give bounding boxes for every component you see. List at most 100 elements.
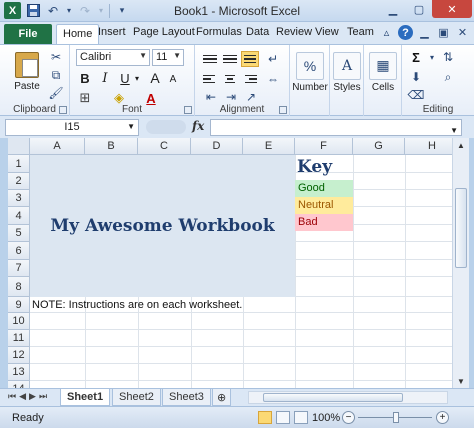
sheet-tab-sheet3[interactable]: Sheet3 xyxy=(162,389,211,406)
copy-icon[interactable]: ⧉ xyxy=(48,67,64,83)
column-header-c[interactable]: C xyxy=(138,138,191,155)
font-launcher-icon[interactable] xyxy=(184,106,192,114)
font-size-combo[interactable]: 11 ▼ xyxy=(152,49,184,66)
font-name-dropdown-icon[interactable]: ▼ xyxy=(139,51,147,60)
column-header-e[interactable]: E xyxy=(243,138,295,155)
row-header-1[interactable]: 1 xyxy=(8,155,30,173)
key-bad-cell[interactable]: Bad xyxy=(295,214,353,231)
find-select-icon[interactable]: ⌕ xyxy=(440,69,456,85)
row-header-4[interactable]: 4 xyxy=(8,207,30,225)
styles-button[interactable]: A Styles xyxy=(331,49,363,95)
workbook-minimize-icon[interactable]: ▁ xyxy=(417,25,432,40)
merge-center-icon[interactable]: ⇔ xyxy=(265,71,281,87)
shrink-font-button[interactable]: A xyxy=(164,70,182,88)
name-box[interactable]: I15 ▼ xyxy=(5,119,139,136)
orientation-icon[interactable]: ↗ xyxy=(243,89,259,105)
horizontal-scrollbar[interactable] xyxy=(248,391,448,404)
tab-file[interactable]: File xyxy=(4,24,52,44)
scroll-down-icon[interactable]: ▼ xyxy=(453,374,469,388)
row-header-7[interactable]: 7 xyxy=(8,260,30,277)
row-header-3[interactable]: 3 xyxy=(8,190,30,207)
alignment-launcher-icon[interactable] xyxy=(279,106,287,114)
key-title-cell[interactable]: Key xyxy=(297,157,332,177)
tab-page-layout[interactable]: Page Layout xyxy=(133,26,195,38)
row-header-5[interactable]: 5 xyxy=(8,225,30,242)
formula-input[interactable]: ▼ xyxy=(210,119,462,136)
close-icon[interactable]: ✕ xyxy=(432,0,472,18)
tab-formulas[interactable]: Formulas xyxy=(196,26,242,38)
grow-font-button[interactable]: A xyxy=(146,69,164,87)
page-break-preview-icon[interactable] xyxy=(294,411,308,424)
font-size-dropdown-icon[interactable]: ▼ xyxy=(173,51,181,60)
font-name-combo[interactable]: Calibri ▼ xyxy=(76,49,150,66)
align-left-icon[interactable] xyxy=(201,71,219,87)
scroll-up-icon[interactable]: ▲ xyxy=(453,138,469,152)
cut-icon[interactable]: ✂ xyxy=(48,49,64,65)
workbook-restore-icon[interactable]: ▣ xyxy=(436,25,451,40)
format-painter-icon[interactable]: 🖌 xyxy=(48,85,64,101)
column-header-d[interactable]: D xyxy=(191,138,243,155)
row-header-12[interactable]: 12 xyxy=(8,347,30,364)
row-header-10[interactable]: 10 xyxy=(8,313,30,330)
column-header-g[interactable]: G xyxy=(353,138,405,155)
fill-icon[interactable]: ⬇ xyxy=(408,69,424,85)
bold-button[interactable]: B xyxy=(76,69,94,87)
tab-view[interactable]: View xyxy=(315,26,339,38)
zoom-slider-thumb[interactable] xyxy=(393,412,399,423)
sheet-tab-sheet1[interactable]: Sheet1 xyxy=(60,389,111,406)
first-sheet-icon[interactable]: ⏮ xyxy=(8,391,16,402)
maximize-icon[interactable]: ▢ xyxy=(406,0,432,18)
select-all-corner[interactable] xyxy=(8,138,30,155)
wrap-text-icon[interactable]: ↵ xyxy=(265,51,281,67)
row-header-9[interactable]: 9 xyxy=(8,297,30,313)
tab-review[interactable]: Review xyxy=(276,26,312,38)
tab-home[interactable]: Home xyxy=(56,24,100,44)
column-header-h[interactable]: H xyxy=(405,138,452,155)
worksheet-grid[interactable]: A B C D E F G H 1 2 3 4 5 6 7 8 9 10 11 … xyxy=(8,138,452,388)
number-format-button[interactable]: % Number xyxy=(292,49,328,95)
horizontal-scroll-thumb[interactable] xyxy=(263,393,403,402)
paste-button[interactable]: Paste xyxy=(10,49,44,95)
formula-bar-splitter[interactable] xyxy=(146,120,186,134)
row-header-8[interactable]: 8 xyxy=(8,277,30,297)
sheet-tab-sheet2[interactable]: Sheet2 xyxy=(112,389,161,406)
row-header-2[interactable]: 2 xyxy=(8,173,30,190)
last-sheet-icon[interactable]: ⏭ xyxy=(39,391,47,402)
next-sheet-icon[interactable]: ▶ xyxy=(29,391,36,402)
key-neutral-cell[interactable]: Neutral xyxy=(295,197,353,214)
cells-button[interactable]: ▦ Cells xyxy=(367,49,399,95)
vertical-scrollbar[interactable]: ▲ ▼ xyxy=(452,138,469,388)
autosum-icon[interactable]: Σ xyxy=(408,49,424,65)
minimize-icon[interactable]: ▁ xyxy=(380,0,406,18)
row-header-6[interactable]: 6 xyxy=(8,242,30,260)
tab-team[interactable]: Team xyxy=(347,26,374,38)
italic-button[interactable]: I xyxy=(96,69,114,87)
column-header-f[interactable]: F xyxy=(295,138,353,155)
sort-filter-icon[interactable]: ⇅ xyxy=(440,49,456,65)
name-box-dropdown-icon[interactable]: ▼ xyxy=(127,122,135,131)
expand-formula-bar-icon[interactable]: ▼ xyxy=(450,126,458,135)
tab-insert[interactable]: Insert xyxy=(98,26,126,38)
workbook-title-cell[interactable]: My Awesome Workbook xyxy=(30,155,295,297)
zoom-out-icon[interactable]: − xyxy=(342,411,355,424)
row-header-11[interactable]: 11 xyxy=(8,330,30,347)
vertical-scroll-thumb[interactable] xyxy=(455,188,467,268)
workbook-close-icon[interactable]: ✕ xyxy=(455,25,470,40)
decrease-indent-icon[interactable]: ⇤ xyxy=(203,89,219,105)
align-bottom-icon[interactable] xyxy=(241,51,259,67)
column-header-a[interactable]: A xyxy=(30,138,85,155)
row-header-13[interactable]: 13 xyxy=(8,364,30,381)
tab-data[interactable]: Data xyxy=(246,26,269,38)
increase-indent-icon[interactable]: ⇥ xyxy=(223,89,239,105)
autosum-dropdown-icon[interactable]: ▾ xyxy=(424,49,440,65)
insert-worksheet-icon[interactable]: ⊕ xyxy=(212,389,232,406)
note-cell[interactable]: NOTE: Instructions are on each worksheet… xyxy=(32,299,242,311)
insert-function-icon[interactable]: fx xyxy=(192,119,204,133)
underline-dropdown-icon[interactable]: ▾ xyxy=(132,69,142,87)
minimize-ribbon-icon[interactable]: ▵ xyxy=(379,25,394,40)
prev-sheet-icon[interactable]: ◀ xyxy=(19,391,26,402)
align-center-icon[interactable] xyxy=(221,71,239,87)
zoom-in-icon[interactable]: + xyxy=(436,411,449,424)
key-good-cell[interactable]: Good xyxy=(295,180,353,197)
column-header-b[interactable]: B xyxy=(85,138,138,155)
